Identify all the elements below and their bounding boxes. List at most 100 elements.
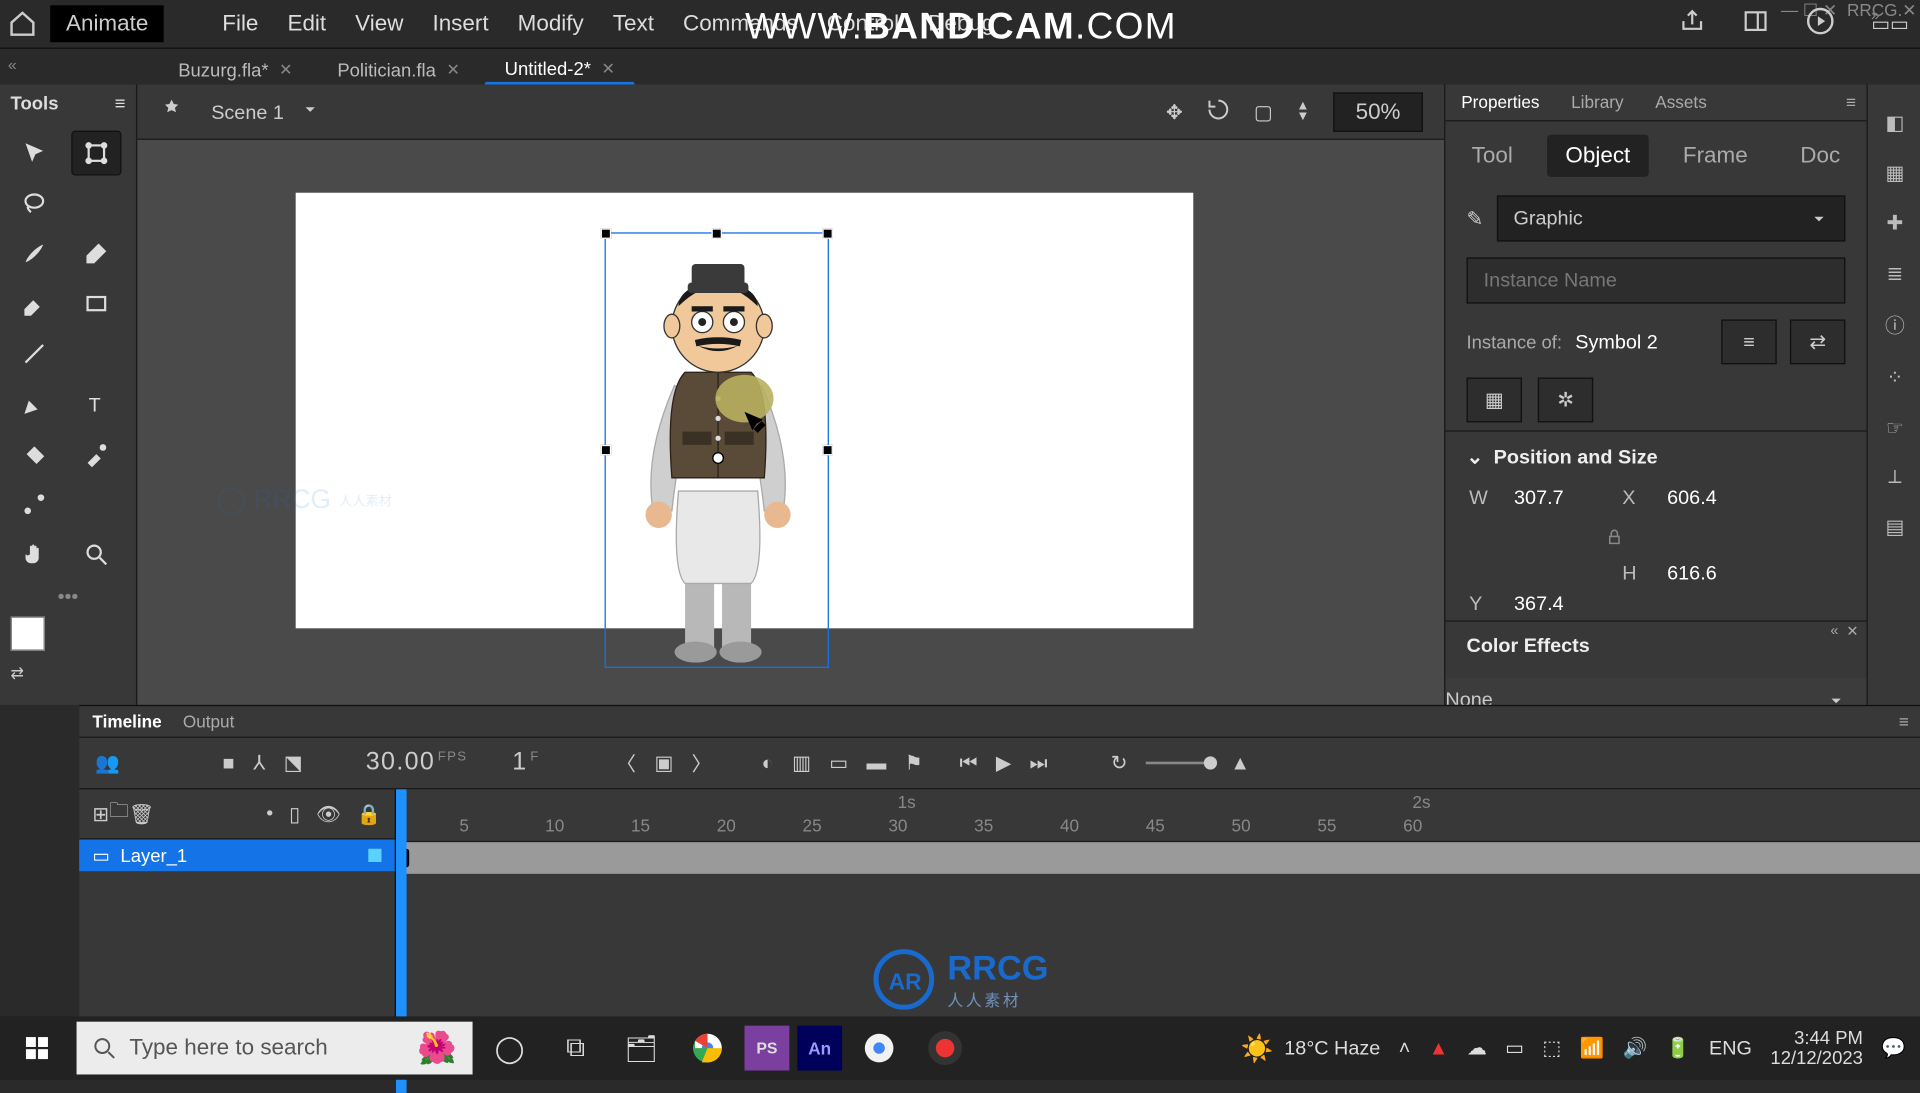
free-transform-tool[interactable] (72, 132, 120, 174)
rotate-view-icon[interactable] (1206, 97, 1230, 126)
zoom-tool[interactable] (72, 533, 120, 575)
symbol-properties-icon[interactable]: ≡ (1721, 319, 1776, 364)
chrome-icon[interactable] (678, 1019, 736, 1077)
panel-tab-library[interactable]: Library (1555, 84, 1639, 120)
resize-handle[interactable] (822, 445, 833, 456)
close-icon[interactable]: ✕ (602, 59, 615, 77)
rail-icon[interactable]: ✚ (1887, 211, 1904, 235)
panel-tab-properties[interactable]: Properties (1445, 84, 1555, 120)
play-preview-icon[interactable] (1805, 7, 1834, 41)
resize-handle[interactable] (711, 228, 722, 239)
layout-icon[interactable] (1742, 8, 1768, 40)
subtab-doc[interactable]: Doc (1782, 135, 1859, 177)
text-tool[interactable]: T (72, 383, 120, 425)
tab-output[interactable]: Output (183, 711, 235, 731)
layer-depth-icon[interactable]: ⬔ (284, 751, 303, 775)
highlight-layer-icon[interactable]: • (266, 802, 273, 826)
camera-icon[interactable]: ■ (223, 752, 235, 774)
y-value[interactable]: 367.4 (1514, 593, 1606, 615)
insert-keyframe-icon[interactable]: ▣ (654, 751, 673, 775)
height-value[interactable]: 616.6 (1667, 562, 1759, 584)
close-icon[interactable]: ✕ (279, 61, 292, 79)
new-layer-icon[interactable]: ⊞ (92, 802, 109, 826)
rail-icon[interactable]: ▦ (1885, 161, 1904, 185)
prev-keyframe-icon[interactable]: 〈 (616, 749, 636, 777)
bandicam-icon[interactable] (916, 1019, 974, 1077)
subtab-tool[interactable]: Tool (1453, 135, 1531, 177)
subtab-frame[interactable]: Frame (1664, 135, 1766, 177)
color-effect-dropdown[interactable]: None (1445, 678, 1866, 704)
menu-insert[interactable]: Insert (432, 11, 488, 37)
next-keyframe-icon[interactable]: 〉 (692, 749, 712, 777)
menu-file[interactable]: File (222, 11, 258, 37)
outline-layer-icon[interactable]: ▯ (289, 802, 300, 826)
swap-symbol-icon[interactable]: ⇄ (1790, 319, 1845, 364)
notifications-icon[interactable]: 💬 (1881, 1036, 1906, 1060)
lasso-tool[interactable] (11, 182, 59, 224)
battery-icon[interactable]: 🔋 (1666, 1036, 1691, 1060)
panel-menu-icon[interactable]: ≡ (1899, 711, 1909, 731)
loop-playback-icon[interactable]: ↻ (1111, 751, 1128, 775)
instance-name-input[interactable]: Instance Name (1467, 257, 1846, 303)
delete-layer-icon[interactable]: 🗑 (129, 802, 154, 826)
chevron-down-icon[interactable]: ⌄ (1467, 445, 1484, 469)
rail-icon[interactable]: ▤ (1885, 515, 1904, 539)
new-folder-icon[interactable]: 🗀 (109, 797, 129, 830)
line-tool[interactable] (11, 333, 59, 375)
close-icon[interactable]: ✕ (446, 61, 459, 79)
menu-text[interactable]: Text (613, 11, 654, 37)
animate-taskbar-icon[interactable]: An (797, 1026, 842, 1071)
edit-multiple-icon[interactable]: ▥ (792, 751, 811, 775)
collapse-right-icon[interactable]: » (1871, 5, 1880, 23)
swap-colors-icon[interactable]: ⇄ (11, 664, 24, 682)
panel-menu-icon[interactable]: ≡ (1830, 84, 1866, 120)
rectangle-tool[interactable] (72, 282, 120, 324)
timeline-ruler[interactable]: 1s 2s 5 10 15 20 25 30 35 40 45 50 55 60 (396, 789, 1920, 842)
rail-icon[interactable]: ☞ (1886, 416, 1904, 440)
edit-scene-icon[interactable] (158, 96, 184, 128)
frame-view-icon[interactable]: ▬ (867, 752, 887, 774)
chrome2-icon[interactable] (850, 1019, 908, 1077)
menu-edit[interactable]: Edit (287, 11, 326, 37)
eyedropper-tool[interactable] (72, 433, 120, 475)
pen-tool[interactable] (11, 383, 59, 425)
selection-bounding-box[interactable] (605, 232, 829, 668)
collapse-icon[interactable]: « (1830, 623, 1838, 640)
tray-expand-icon[interactable]: ˄ (1399, 1037, 1411, 1059)
menu-modify[interactable]: Modify (518, 11, 584, 37)
tab-timeline[interactable]: Timeline (92, 711, 161, 731)
collapse-left-icon[interactable]: « (8, 55, 17, 73)
share-icon[interactable] (1679, 8, 1705, 40)
rail-icon[interactable]: ⁘ (1887, 366, 1904, 390)
rail-icon[interactable]: ◧ (1885, 111, 1904, 135)
x-value[interactable]: 606.4 (1667, 487, 1759, 509)
play-icon[interactable]: ▶ (996, 751, 1011, 775)
taskview-icon[interactable]: ⧉ (546, 1019, 604, 1077)
marker-icon[interactable]: ⚑ (905, 751, 923, 775)
resize-handle[interactable] (601, 445, 612, 456)
tray-clock[interactable]: 3:44 PM 12/12/2023 (1770, 1028, 1863, 1069)
eraser-tool[interactable] (11, 282, 59, 324)
subtab-object[interactable]: Object (1547, 135, 1649, 177)
paint-brush-tool[interactable] (72, 232, 120, 274)
step-back-icon[interactable]: ⏮ (960, 752, 978, 774)
character-graphic[interactable] (619, 240, 817, 662)
weather-widget[interactable]: ☀️18°C Haze (1241, 1032, 1380, 1065)
onedrive-icon[interactable]: ☁ (1467, 1036, 1487, 1060)
home-icon[interactable] (8, 9, 37, 38)
stage-center-icon[interactable]: ✥ (1166, 100, 1183, 124)
edit-symbol-icon[interactable]: ✲ (1538, 378, 1593, 423)
brush-tool[interactable] (11, 232, 59, 274)
phpstorm-icon[interactable]: PS (744, 1026, 789, 1071)
bone-tool[interactable] (11, 483, 59, 525)
rail-icon[interactable]: ⟂ (1888, 466, 1901, 488)
onion-skin-icon[interactable]: ◐ (762, 752, 774, 774)
scene-selector[interactable]: Scene 1 (211, 100, 319, 124)
volume-icon[interactable]: 🔊 (1623, 1036, 1648, 1060)
meet-now-icon[interactable]: ▭ (1505, 1036, 1524, 1060)
document-tabs[interactable]: « Buzurg.fla*✕ Politician.fla✕ Untitled-… (0, 48, 1920, 85)
paint-bucket-tool[interactable] (11, 433, 59, 475)
hide-layer-icon[interactable]: 👁 (316, 802, 341, 826)
resize-handle[interactable] (601, 228, 612, 239)
break-apart-icon[interactable]: ▦ (1467, 378, 1522, 423)
